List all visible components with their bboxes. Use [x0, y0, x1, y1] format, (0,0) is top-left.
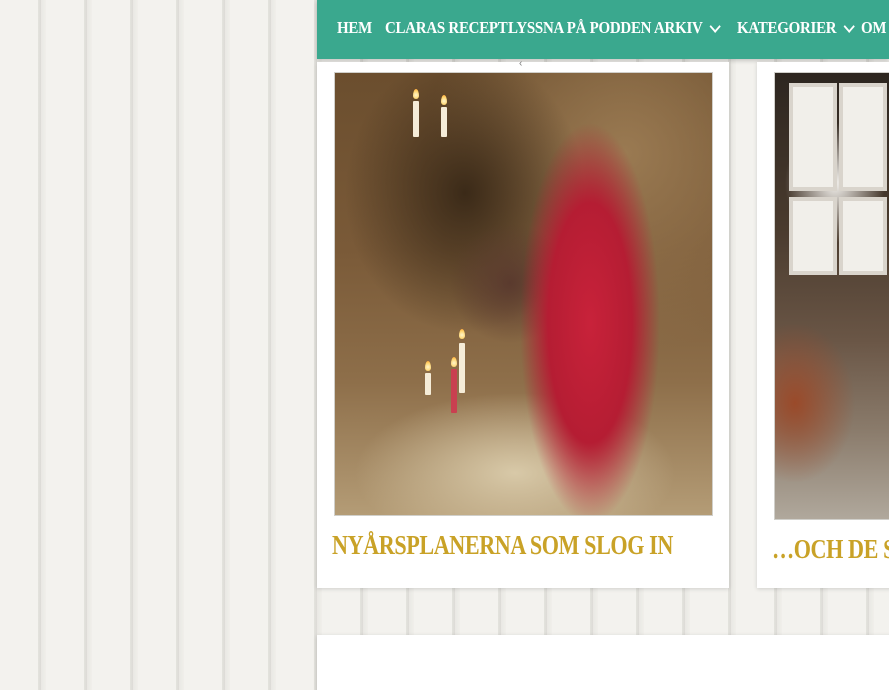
nav-item-claras-recept[interactable]: CLARAS RECEPT [385, 0, 508, 59]
chevron-left-icon[interactable]: ‹ [519, 58, 522, 69]
chevron-down-icon [843, 20, 855, 33]
candle-flame [425, 361, 431, 371]
candle-shape [451, 369, 457, 413]
nav-item-kategorier-label: KATEGORIER [737, 18, 837, 37]
window-shape [789, 197, 837, 275]
chevron-down-icon [709, 20, 721, 33]
candle-flame [451, 357, 457, 367]
candle-shape [441, 107, 447, 137]
nav-item-arkiv[interactable]: ARKIV [654, 0, 721, 59]
candle-flame [441, 95, 447, 105]
post-title[interactable]: …OCH DE SO [772, 534, 889, 565]
candle-flame [459, 329, 465, 339]
window-shape [789, 83, 837, 191]
candle-shape [425, 373, 431, 395]
nav-item-hem[interactable]: HEM [337, 0, 372, 59]
window-shape [839, 197, 887, 275]
nav-item-kategorier[interactable]: KATEGORIER [737, 0, 855, 59]
post-image[interactable] [774, 72, 889, 520]
candle-shape [459, 343, 465, 393]
post-title[interactable]: NYÅRSPLANERNA SOM SLOG IN [332, 530, 673, 561]
nav-item-arkiv-label: ARKIV [654, 18, 703, 37]
nav-item-om[interactable]: OM C [861, 0, 886, 93]
nav-item-lyssna-pa-podden[interactable]: LYSSNA PÅ PODDEN [508, 0, 651, 59]
candle-shape [413, 101, 419, 137]
content-section [317, 635, 889, 690]
candle-flame [413, 89, 419, 99]
post-image[interactable] [334, 72, 713, 516]
window-shape [839, 83, 887, 191]
